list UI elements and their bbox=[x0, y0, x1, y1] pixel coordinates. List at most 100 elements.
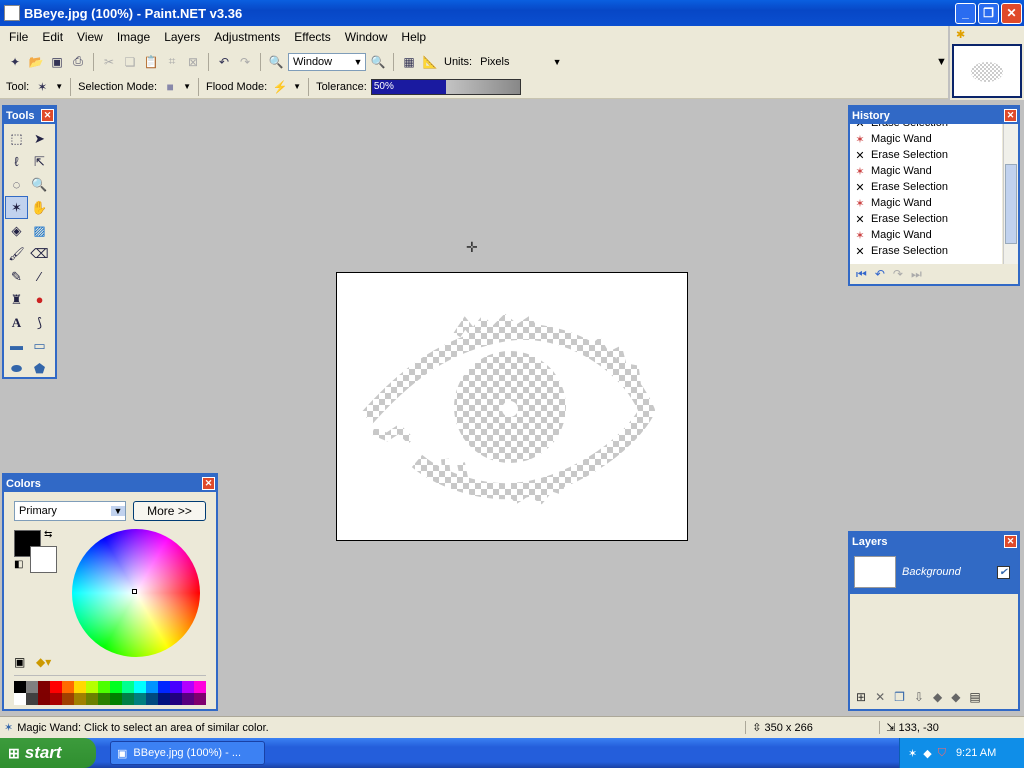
palette-swatch[interactable] bbox=[98, 693, 110, 705]
gradient-icon[interactable]: ▨ bbox=[28, 219, 51, 242]
palette-swatch[interactable] bbox=[182, 681, 194, 693]
history-item[interactable]: ✶ Magic Wand bbox=[850, 227, 1002, 243]
close-icon[interactable]: ✕ bbox=[41, 109, 54, 122]
color-wheel-marker[interactable] bbox=[132, 589, 137, 594]
chevron-down-icon[interactable]: ▼ bbox=[183, 82, 191, 91]
menu-adjustments[interactable]: Adjustments bbox=[207, 30, 287, 44]
color-picker-icon[interactable]: ⁄ bbox=[28, 265, 51, 288]
text-icon[interactable]: A bbox=[5, 311, 28, 334]
layer-row-background[interactable]: Background ✔ bbox=[850, 550, 1018, 594]
palette-swatch[interactable] bbox=[74, 681, 86, 693]
ellipse-icon[interactable]: ⬬ bbox=[5, 357, 28, 380]
network-icon[interactable]: ✶ bbox=[908, 747, 917, 760]
undo-icon[interactable]: ↶ bbox=[215, 53, 233, 71]
secondary-color-swatch[interactable] bbox=[30, 546, 57, 573]
history-item[interactable]: ✕ Erase Selection bbox=[850, 147, 1002, 163]
history-item[interactable]: ✕ Erase Selection bbox=[850, 179, 1002, 195]
crop-icon[interactable]: ⌗ bbox=[163, 53, 181, 71]
move-selected-icon[interactable]: ⇱ bbox=[28, 150, 51, 173]
rewind-icon[interactable]: ⏮ bbox=[856, 267, 867, 282]
magic-wand-icon[interactable]: ✶ bbox=[5, 196, 28, 219]
menu-edit[interactable]: Edit bbox=[35, 30, 70, 44]
new-file-icon[interactable]: ✦ bbox=[6, 53, 24, 71]
pan-hand-icon[interactable]: ✋ bbox=[28, 196, 51, 219]
rounded-rectangle-icon[interactable]: ▭ bbox=[28, 334, 51, 357]
redo-icon[interactable]: ↷ bbox=[236, 53, 254, 71]
clone-stamp-icon[interactable]: ♜ bbox=[5, 288, 28, 311]
updates-icon[interactable]: ◆ bbox=[923, 747, 931, 760]
color-mode-select[interactable]: Primary ▼ bbox=[14, 501, 126, 521]
units-select[interactable]: Pixels ▼ bbox=[475, 52, 566, 71]
settings-gear-icon[interactable]: ✱ bbox=[956, 28, 965, 41]
toolbar-overflow-icon[interactable]: ▼ bbox=[936, 56, 947, 68]
palette-swatch[interactable] bbox=[134, 693, 146, 705]
undo-icon[interactable]: ↶ bbox=[875, 267, 885, 281]
delete-layer-icon[interactable]: ✕ bbox=[875, 690, 885, 704]
palette-swatch[interactable] bbox=[14, 693, 26, 705]
swap-colors-icon[interactable]: ⇆ bbox=[44, 529, 52, 540]
palette-swatch[interactable] bbox=[182, 693, 194, 705]
freeform-shape-icon[interactable]: ⬟ bbox=[28, 357, 51, 380]
palette-swatch[interactable] bbox=[146, 693, 158, 705]
palette-swatch[interactable] bbox=[194, 681, 206, 693]
more-button[interactable]: More >> bbox=[133, 501, 206, 521]
palette-swatch[interactable] bbox=[38, 681, 50, 693]
scrollbar-thumb[interactable] bbox=[1005, 164, 1017, 244]
menu-help[interactable]: Help bbox=[394, 30, 433, 44]
taskbar-paintnet-button[interactable]: ▣ BBeye.jpg (100%) - ... bbox=[110, 741, 265, 765]
redo-icon[interactable]: ↷ bbox=[893, 267, 903, 281]
image-canvas[interactable] bbox=[336, 272, 688, 541]
palette-swatch[interactable] bbox=[50, 693, 62, 705]
palette-swatch[interactable] bbox=[122, 681, 134, 693]
paint-bucket-icon[interactable]: ◈ bbox=[5, 219, 28, 242]
layer-properties-icon[interactable]: ▤ bbox=[969, 690, 980, 704]
zoom-in-icon[interactable]: 🔍 bbox=[369, 53, 387, 71]
palette-swatch[interactable] bbox=[50, 681, 62, 693]
menu-image[interactable]: Image bbox=[110, 30, 157, 44]
fast-forward-icon[interactable]: ⏭ bbox=[911, 267, 922, 282]
palette-swatch[interactable] bbox=[158, 693, 170, 705]
lightning-icon[interactable]: ⚡ bbox=[271, 78, 289, 96]
zoom-select[interactable]: Window ▼ bbox=[288, 52, 366, 71]
palette-swatch[interactable] bbox=[74, 693, 86, 705]
close-icon[interactable]: ✕ bbox=[202, 477, 215, 490]
history-scrollbar[interactable] bbox=[1003, 124, 1018, 264]
palette-swatch[interactable] bbox=[26, 693, 38, 705]
history-item[interactable]: ✶ Magic Wand bbox=[850, 131, 1002, 147]
close-icon[interactable]: ✕ bbox=[1004, 109, 1017, 122]
copy-icon[interactable]: ❏ bbox=[121, 53, 139, 71]
history-item[interactable]: ✶ Magic Wand bbox=[850, 195, 1002, 211]
grid-icon[interactable]: ▦ bbox=[400, 53, 418, 71]
chevron-down-icon[interactable]: ▼ bbox=[293, 82, 301, 91]
minimize-button[interactable]: _ bbox=[955, 2, 976, 24]
navigator-thumbnail[interactable]: ✱ bbox=[950, 26, 1024, 100]
history-item[interactable]: ✕ Erase Selection bbox=[850, 211, 1002, 227]
palette-swatch[interactable] bbox=[62, 681, 74, 693]
layer-visible-checkbox[interactable]: ✔ bbox=[997, 565, 1010, 579]
menu-view[interactable]: View bbox=[70, 30, 110, 44]
magic-wand-icon[interactable]: ✶ bbox=[33, 78, 51, 96]
palette-swatch[interactable] bbox=[62, 693, 74, 705]
palette-swatch[interactable] bbox=[194, 693, 206, 705]
palette-swatch[interactable] bbox=[122, 693, 134, 705]
recolor-icon[interactable]: ● bbox=[28, 288, 51, 311]
security-shield-icon[interactable]: ⛉ bbox=[938, 747, 946, 760]
ruler-icon[interactable]: 📐 bbox=[421, 53, 439, 71]
line-curve-icon[interactable]: ⟆ bbox=[28, 311, 51, 334]
palette-swatch[interactable] bbox=[170, 681, 182, 693]
zoom-out-icon[interactable]: 🔍 bbox=[267, 53, 285, 71]
palette-swatch[interactable] bbox=[86, 681, 98, 693]
palette-swatch[interactable] bbox=[146, 681, 158, 693]
add-layer-icon[interactable]: ⊞ bbox=[856, 690, 866, 704]
color-palette[interactable] bbox=[14, 681, 206, 705]
palette-swatch[interactable] bbox=[110, 681, 122, 693]
history-item[interactable]: ✕ Erase Selection bbox=[850, 243, 1002, 259]
duplicate-layer-icon[interactable]: ❐ bbox=[894, 690, 905, 704]
move-selection-icon[interactable]: ➤ bbox=[28, 127, 51, 150]
pencil-icon[interactable]: ✎ bbox=[5, 265, 28, 288]
selection-mode-icon[interactable]: ■ bbox=[161, 78, 179, 96]
paintbrush-icon[interactable]: 🖌 bbox=[5, 242, 28, 265]
history-item[interactable]: ✶ Magic Wand bbox=[850, 163, 1002, 179]
color-wheel[interactable] bbox=[72, 529, 200, 657]
maximize-button[interactable]: ❐ bbox=[978, 2, 999, 24]
